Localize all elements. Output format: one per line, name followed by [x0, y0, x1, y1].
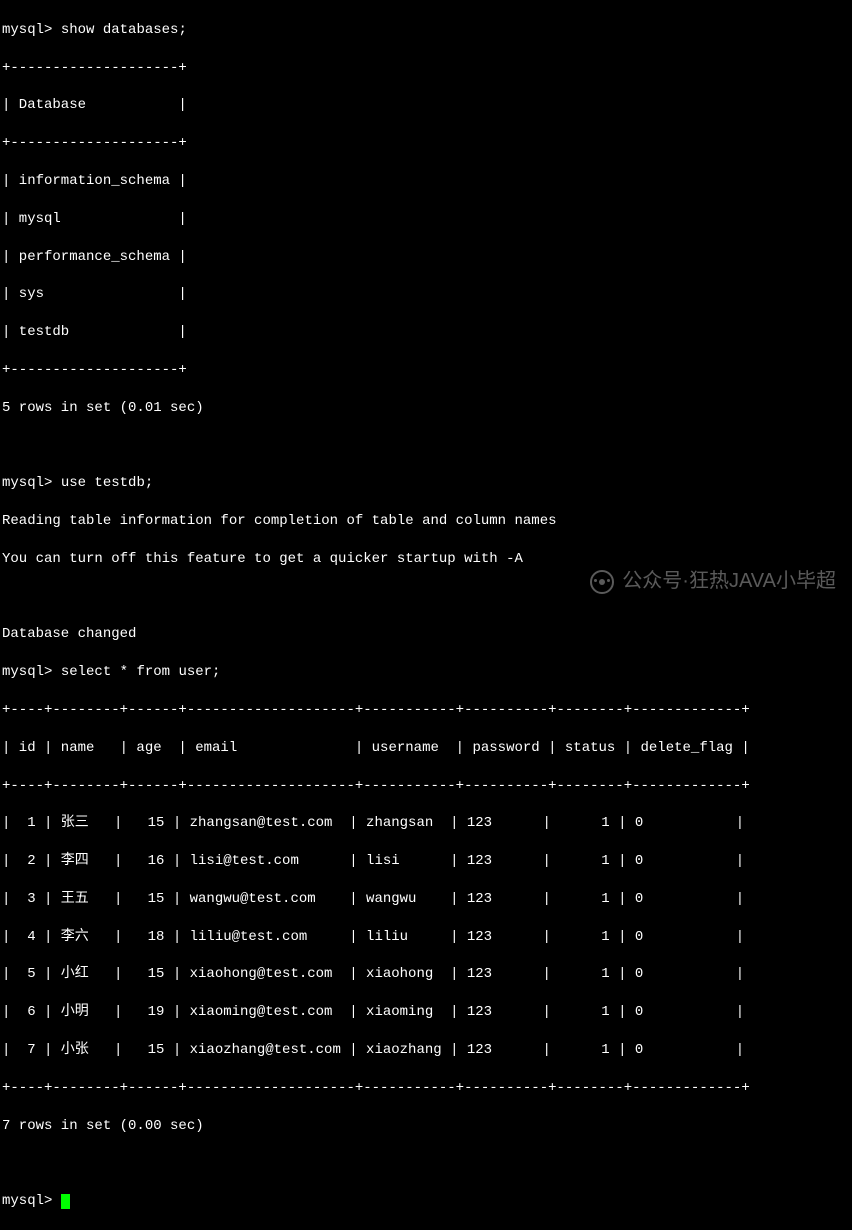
table-row: | 5 | 小红 | 15 | xiaohong@test.com | xiao…: [2, 965, 850, 984]
table-row: | 3 | 王五 | 15 | wangwu@test.com | wangwu…: [2, 890, 850, 909]
blank-line: [2, 1154, 850, 1173]
table-border: +--------------------+: [2, 134, 850, 153]
table-border: +----+--------+------+------------------…: [2, 701, 850, 720]
info-message: Database changed: [2, 625, 850, 644]
table-row: | testdb |: [2, 323, 850, 342]
info-message: Reading table information for completion…: [2, 512, 850, 531]
sql-prompt: mysql>: [2, 475, 52, 491]
info-message: You can turn off this feature to get a q…: [2, 550, 850, 569]
table-row: | sys |: [2, 285, 850, 304]
table-row: | 6 | 小明 | 19 | xiaoming@test.com | xiao…: [2, 1003, 850, 1022]
table-row: | performance_schema |: [2, 248, 850, 267]
sql-command: select * from user;: [61, 664, 221, 680]
result-count: 7 rows in set (0.00 sec): [2, 1117, 850, 1136]
table-row: | 4 | 李六 | 18 | liliu@test.com | liliu |…: [2, 928, 850, 947]
table-row: | information_schema |: [2, 172, 850, 191]
prompt-line[interactable]: mysql> show databases;: [2, 21, 850, 40]
sql-command: use testdb;: [61, 475, 153, 491]
table-border: +--------------------+: [2, 361, 850, 380]
prompt-line[interactable]: mysql> select * from user;: [2, 663, 850, 682]
table-border: +----+--------+------+------------------…: [2, 1079, 850, 1098]
table-row: | 2 | 李四 | 16 | lisi@test.com | lisi | 1…: [2, 852, 850, 871]
prompt-line[interactable]: mysql>: [2, 1192, 850, 1211]
sql-prompt: mysql>: [2, 1193, 52, 1209]
table-header: | Database |: [2, 96, 850, 115]
prompt-line[interactable]: mysql> use testdb;: [2, 474, 850, 493]
table-border: +--------------------+: [2, 59, 850, 78]
blank-line: [2, 588, 850, 607]
sql-command: show databases;: [61, 22, 187, 38]
table-row: | mysql |: [2, 210, 850, 229]
terminal-output: mysql> show databases; +----------------…: [2, 2, 850, 1230]
table-row: | 1 | 张三 | 15 | zhangsan@test.com | zhan…: [2, 814, 850, 833]
sql-prompt: mysql>: [2, 664, 52, 680]
result-count: 5 rows in set (0.01 sec): [2, 399, 850, 418]
table-header: | id | name | age | email | username | p…: [2, 739, 850, 758]
sql-prompt: mysql>: [2, 22, 52, 38]
table-row: | 7 | 小张 | 15 | xiaozhang@test.com | xia…: [2, 1041, 850, 1060]
blank-line: [2, 436, 850, 455]
table-border: +----+--------+------+------------------…: [2, 777, 850, 796]
cursor-icon: [61, 1194, 70, 1209]
